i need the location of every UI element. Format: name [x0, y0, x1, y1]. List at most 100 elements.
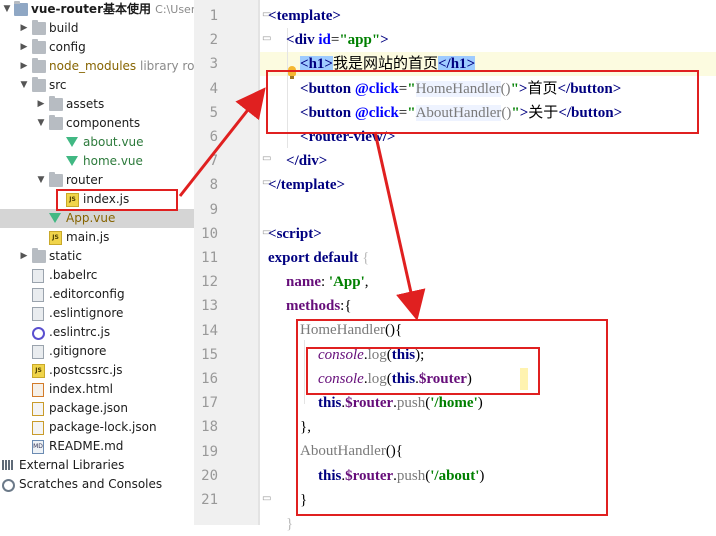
tree-item-about-vue[interactable]: about.vue — [0, 133, 194, 152]
line-number: 19 — [201, 443, 218, 460]
tree-item-label: README.md — [49, 439, 124, 453]
tree-item-label: .eslintrc.js — [49, 325, 111, 339]
tree-item-home-vue[interactable]: home.vue — [0, 152, 194, 171]
json-file-icon — [32, 402, 44, 416]
tree-item-label: assets — [66, 97, 105, 111]
tree-item-label: .gitignore — [49, 344, 107, 358]
tree-item-node_modules[interactable]: ▶ node_modules library root — [0, 57, 194, 76]
tree-item-label: static — [49, 249, 82, 263]
tree-item-config[interactable]: ▶ config — [0, 38, 194, 57]
md-file-icon: MD — [32, 440, 44, 454]
line-number: 7 — [209, 153, 218, 170]
chevron-down-icon[interactable]: ▼ — [2, 0, 12, 19]
line-number: 3 — [209, 56, 218, 73]
tree-item-label: .postcssrc.js — [49, 363, 123, 377]
folder-file-icon — [32, 77, 46, 92]
fold-marker-icon[interactable]: ▭ — [262, 493, 272, 504]
fold-marker-icon[interactable]: ▭ — [262, 153, 272, 164]
tree-item-main-js[interactable]: JS main.js — [0, 228, 194, 247]
tree-item-readme[interactable]: MD README.md — [0, 437, 194, 456]
tree-item-static[interactable]: ▶ static — [0, 247, 194, 266]
project-tree-panel: ▼ vue-router基本使用 C:\Users\z ▶ build ▶ confi… — [0, 0, 195, 525]
html-file-icon — [32, 383, 44, 397]
line-number: 12 — [201, 274, 218, 291]
chevron-right-icon[interactable]: ▶ — [19, 19, 29, 38]
js-file-icon: JS — [49, 231, 62, 245]
tree-item-assets[interactable]: ▶ assets — [0, 95, 194, 114]
code-line-10[interactable]: <script> — [268, 222, 322, 246]
vue-file-icon — [49, 213, 61, 223]
line-number: 18 — [201, 419, 218, 436]
tree-item-label: build — [49, 21, 79, 35]
tree-item-postcssrc[interactable]: JS .postcssrc.js — [0, 361, 194, 380]
folder-file-icon — [32, 39, 46, 54]
tree-item-eslintignore[interactable]: .eslintignore — [0, 304, 194, 323]
tree-root-project[interactable]: ▼ vue-router基本使用 C:\Users\z — [0, 0, 194, 19]
vue-file-icon — [66, 156, 78, 166]
json-file-icon — [32, 421, 44, 435]
fold-marker-icon[interactable]: ▭ — [262, 33, 272, 44]
file-file-icon — [32, 288, 44, 302]
lib-file-icon — [2, 459, 16, 472]
file-file-icon — [32, 307, 44, 321]
tree-item-label: index.html — [49, 382, 113, 396]
line-number: 6 — [209, 129, 218, 145]
tree-item-label: home.vue — [83, 154, 143, 168]
code-line-7[interactable]: </div> — [286, 149, 327, 173]
tree-item-router[interactable]: ▼ router — [0, 171, 194, 190]
line-number: 15 — [201, 346, 218, 363]
line-number: 2 — [209, 32, 218, 49]
code-line-13[interactable]: methods:{ — [286, 294, 352, 318]
chevron-down-icon[interactable]: ▼ — [36, 171, 46, 190]
folder-file-icon — [49, 172, 63, 187]
chevron-right-icon[interactable]: ▶ — [19, 38, 29, 57]
tree-item-label: main.js — [66, 230, 110, 244]
tree-item-label: config — [49, 40, 86, 54]
tree-item-gitignore[interactable]: .gitignore — [0, 342, 194, 361]
tree-item-index-html[interactable]: index.html — [0, 380, 194, 399]
tree-item-components[interactable]: ▼ components — [0, 114, 194, 133]
folder-file-icon — [32, 58, 46, 73]
tree-item-babelrc[interactable]: .babelrc — [0, 266, 194, 285]
tree-item-src[interactable]: ▼ src — [0, 76, 194, 95]
tree-item-app-vue[interactable]: App.vue — [0, 209, 194, 228]
annotation-box-index-js — [56, 189, 178, 211]
tree-item-label: about.vue — [83, 135, 144, 149]
project-name: vue-router基本使用 — [31, 2, 151, 16]
chevron-right-icon[interactable]: ▶ — [19, 57, 29, 76]
tree-item-label: .editorconfig — [49, 287, 125, 301]
tree-item-scratches[interactable]: Scratches and Consoles — [0, 475, 194, 494]
tree-item-label: External Libraries — [19, 458, 125, 472]
folder-file-icon — [49, 115, 63, 130]
line-number: 17 — [201, 395, 218, 412]
tree-item-label: package-lock.json — [49, 420, 157, 434]
tree-item-editorconfig[interactable]: .editorconfig — [0, 285, 194, 304]
tree-item-package-json[interactable]: package.json — [0, 399, 194, 418]
code-line-11[interactable]: export default { — [268, 246, 369, 270]
gutter-divider — [258, 0, 260, 525]
chevron-down-icon[interactable]: ▼ — [19, 76, 29, 95]
line-number: 21 — [201, 492, 218, 508]
code-line-1[interactable]: <template> — [268, 4, 341, 28]
library-root-label: library root — [140, 59, 195, 73]
line-number: 16 — [201, 371, 218, 387]
tree-item-ext-libs[interactable]: External Libraries — [0, 456, 194, 475]
line-number: 9 — [209, 201, 218, 218]
tree-item-label: router — [66, 173, 103, 187]
code-line-12[interactable]: name: 'App', — [286, 270, 369, 294]
chevron-right-icon[interactable]: ▶ — [36, 95, 46, 114]
tree-item-build[interactable]: ▶ build — [0, 19, 194, 38]
line-number: 11 — [201, 250, 218, 266]
code-line-2[interactable]: <div id="app"> — [286, 28, 389, 52]
file-file-icon — [32, 345, 44, 359]
tree-item-eslintrc[interactable]: .eslintrc.js — [0, 323, 194, 342]
line-number: 20 — [201, 467, 218, 484]
tree-item-label: package.json — [49, 401, 129, 415]
chevron-right-icon[interactable]: ▶ — [19, 247, 29, 266]
chevron-down-icon[interactable]: ▼ — [36, 114, 46, 133]
line-number: 14 — [201, 322, 218, 339]
code-line-8[interactable]: </template> — [268, 173, 345, 197]
tree-item-package-lock[interactable]: package-lock.json — [0, 418, 194, 437]
code-line-22-partial: } — [286, 516, 294, 532]
line-number: 10 — [201, 225, 218, 242]
